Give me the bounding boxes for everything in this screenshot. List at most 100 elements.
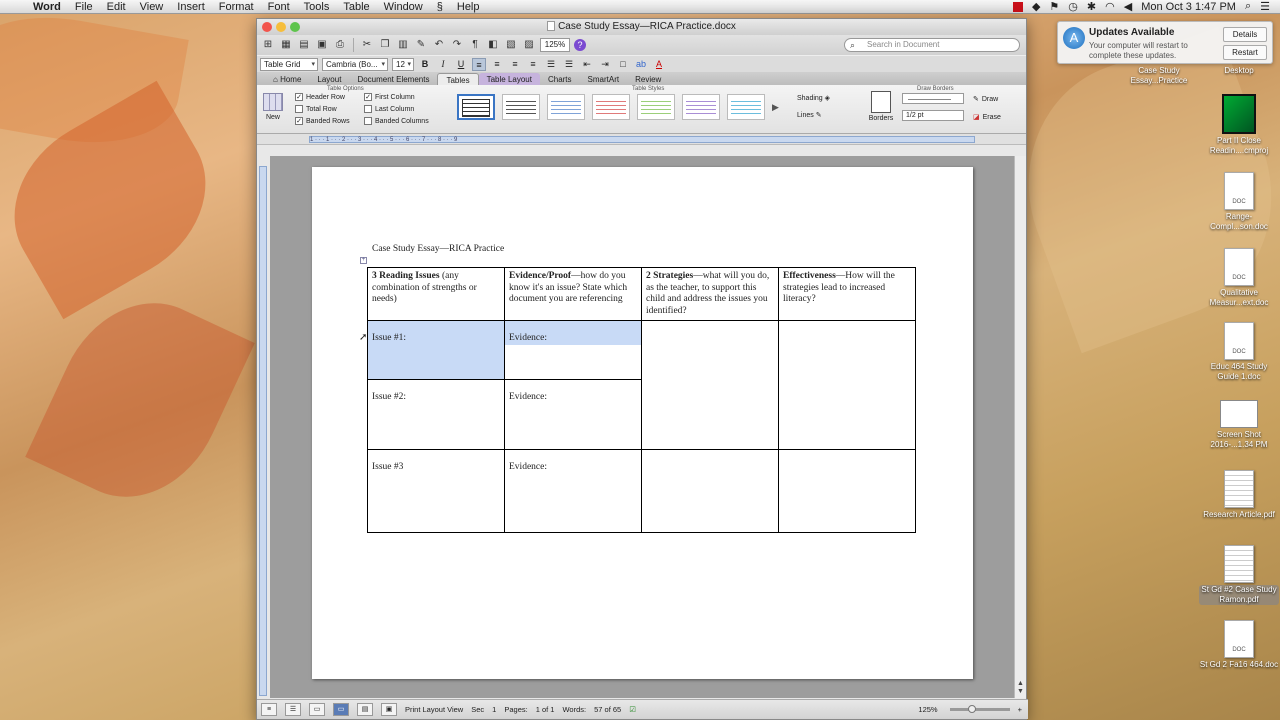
open-icon[interactable]: ▤: [297, 38, 311, 52]
font-select[interactable]: Cambria (Bo...: [322, 57, 388, 71]
desktop-item[interactable]: DOC Educ 464 Study Guide 1.doc: [1199, 322, 1279, 382]
table-style-option[interactable]: [547, 94, 585, 120]
issue-cell[interactable]: Issue #1:: [367, 320, 505, 380]
gallery-next-icon[interactable]: ▶: [772, 94, 779, 120]
bullets-icon[interactable]: ☰: [544, 58, 558, 71]
menu-table[interactable]: Table: [336, 1, 376, 13]
pilcrow-icon[interactable]: ¶: [468, 38, 482, 52]
table-style-option[interactable]: [592, 94, 630, 120]
vertical-scrollbar[interactable]: ▲ ▼: [1014, 156, 1026, 698]
dropbox-icon[interactable]: ◆: [1032, 0, 1040, 13]
details-button[interactable]: Details: [1223, 27, 1267, 42]
paste-icon[interactable]: ▥: [396, 38, 410, 52]
zoom-window-button[interactable]: [290, 22, 300, 32]
line-weight-select[interactable]: 1/2 pt: [902, 110, 964, 121]
zoom-slider-knob[interactable]: [967, 705, 976, 713]
align-left-icon[interactable]: ≡: [472, 57, 486, 71]
desktop-item[interactable]: Research Article.pdf: [1199, 470, 1279, 520]
publishing-view-button[interactable]: ▭: [309, 703, 325, 716]
restart-button[interactable]: Restart: [1223, 45, 1267, 60]
borders-icon[interactable]: □: [616, 58, 630, 71]
draw-button[interactable]: ✎ Draw: [973, 95, 998, 104]
desktop-item[interactable]: DOC Range-Compl...son.doc: [1199, 172, 1279, 232]
total-row-checkbox[interactable]: Total Row: [295, 105, 337, 113]
tab-smartart[interactable]: SmartArt: [580, 73, 628, 85]
menubar-clock[interactable]: Mon Oct 3 1:47 PM: [1141, 1, 1236, 13]
document-page[interactable]: Case Study Essay—RICA Practice + ➚ 3 Rea…: [312, 167, 973, 679]
search-icon[interactable]: ⌕: [1245, 0, 1251, 13]
scroll-arrows-icon[interactable]: ▲ ▼: [1017, 680, 1024, 696]
script-menu-icon[interactable]: §: [430, 1, 450, 13]
menu-edit[interactable]: Edit: [100, 1, 133, 13]
save-icon[interactable]: ▣: [315, 38, 329, 52]
strategies-cell[interactable]: [641, 320, 779, 450]
menu-window[interactable]: Window: [377, 1, 430, 13]
banded-columns-checkbox[interactable]: Banded Columns: [364, 117, 429, 125]
tab-review[interactable]: Review: [627, 73, 669, 85]
desktop-item[interactable]: DOC St Gd 2 Fa16 464.doc: [1199, 620, 1279, 670]
style-select[interactable]: Table Grid: [260, 57, 318, 71]
issue-cell[interactable]: Issue #3: [367, 449, 505, 533]
highlight-icon[interactable]: ab: [634, 58, 648, 71]
wifi-icon[interactable]: ◠: [1105, 0, 1115, 13]
help-icon[interactable]: ?: [574, 39, 586, 51]
table-move-handle[interactable]: +: [360, 257, 367, 264]
table-style-option[interactable]: [682, 94, 720, 120]
table-style-option[interactable]: [727, 94, 765, 120]
templates-icon[interactable]: ▦: [279, 38, 293, 52]
record-status-icon[interactable]: [1012, 1, 1023, 12]
new-document-icon[interactable]: ⊞: [261, 38, 275, 52]
new-table-button[interactable]: New: [261, 93, 285, 121]
table-header-cell[interactable]: 2 Strategies—what will you do, as the te…: [641, 267, 779, 321]
last-column-checkbox[interactable]: Last Column: [364, 105, 414, 113]
bluetooth-icon[interactable]: ✱: [1087, 0, 1096, 13]
line-style-select[interactable]: [902, 93, 964, 104]
horizontal-ruler[interactable]: 1 · · · 1 · · · 2 · · · 3 · · · 4 · · · …: [257, 134, 1026, 145]
table-style-option[interactable]: [502, 94, 540, 120]
minimize-window-button[interactable]: [276, 22, 286, 32]
tab-table-layout[interactable]: Table Layout: [478, 73, 540, 85]
font-size-select[interactable]: 12: [392, 57, 414, 71]
menu-file[interactable]: File: [68, 1, 100, 13]
table-style-option[interactable]: [637, 94, 675, 120]
menu-format[interactable]: Format: [212, 1, 261, 13]
cut-icon[interactable]: ✂: [360, 38, 374, 52]
menu-insert[interactable]: Insert: [170, 1, 212, 13]
desktop-item[interactable]: St Gd #2 Case Study Ramon.pdf: [1199, 545, 1279, 605]
menu-view[interactable]: View: [133, 1, 171, 13]
redo-icon[interactable]: ↷: [450, 38, 464, 52]
table-header-cell[interactable]: Effectiveness—How will the strategies le…: [778, 267, 916, 321]
menu-tools[interactable]: Tools: [297, 1, 337, 13]
desktop-item[interactable]: DOC Qualitative Measur...ext.doc: [1199, 248, 1279, 308]
close-window-button[interactable]: [262, 22, 272, 32]
menu-app-word[interactable]: Word: [26, 1, 68, 13]
desktop-item[interactable]: Screen Shot 2016-...1.34 PM: [1199, 400, 1279, 450]
table-style-option[interactable]: [457, 94, 495, 120]
time-machine-icon[interactable]: ◷: [1068, 0, 1078, 13]
outline-view-button[interactable]: ☰: [285, 703, 301, 716]
issue-cell[interactable]: Issue #2:: [367, 379, 505, 450]
print-icon[interactable]: ⎙: [333, 38, 347, 52]
undo-icon[interactable]: ↶: [432, 38, 446, 52]
evidence-cell[interactable]: Evidence:: [504, 449, 642, 533]
copy-icon[interactable]: ❐: [378, 38, 392, 52]
vertical-ruler[interactable]: [259, 166, 267, 696]
tab-charts[interactable]: Charts: [540, 73, 580, 85]
search-input[interactable]: ⌕ Search in Document: [844, 38, 1020, 52]
draft-view-button[interactable]: ≡: [261, 703, 277, 716]
table-header-cell[interactable]: 3 Reading Issues (any combination of str…: [367, 267, 505, 321]
shading-control[interactable]: Shading ◈ Lines ✎: [797, 94, 830, 119]
desktop-item[interactable]: Desktop: [1199, 66, 1279, 76]
numbering-icon[interactable]: ☰: [562, 58, 576, 71]
notebook-view-button[interactable]: ▤: [357, 703, 373, 716]
focus-view-button[interactable]: ▣: [381, 703, 397, 716]
align-right-icon[interactable]: ≡: [508, 58, 522, 71]
spelling-check-icon[interactable]: ☑: [629, 705, 636, 714]
evidence-cell[interactable]: Evidence:: [504, 320, 642, 380]
menu-font[interactable]: Font: [261, 1, 297, 13]
gallery-icon[interactable]: ▧: [504, 38, 518, 52]
first-column-checkbox[interactable]: ✓ First Column: [364, 93, 415, 101]
tab-layout[interactable]: Layout: [309, 73, 349, 85]
desktop-item[interactable]: Part II Close Readin....cmproj: [1199, 94, 1279, 156]
italic-button[interactable]: I: [436, 58, 450, 71]
